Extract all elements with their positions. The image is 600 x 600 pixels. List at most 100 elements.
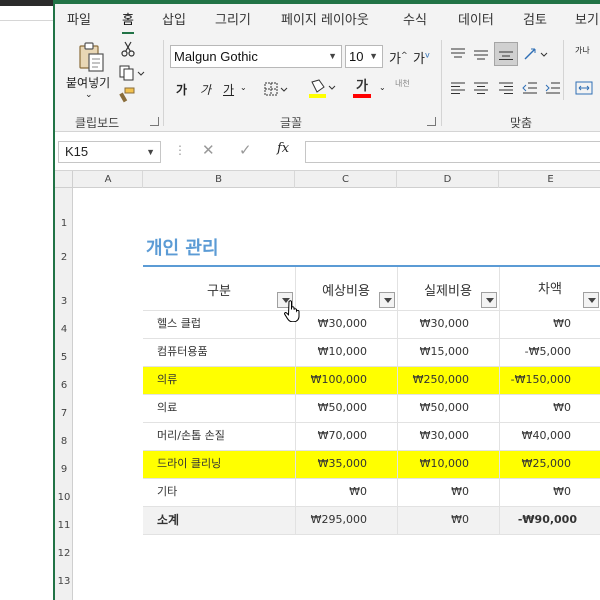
actual-cell[interactable]: ₩50,000 <box>399 394 469 422</box>
font-color-button[interactable]: 가 <box>347 78 377 100</box>
filter-dropdown-icon[interactable] <box>379 292 395 308</box>
difference-cell[interactable]: -₩5,000 <box>501 338 571 366</box>
align-bottom-icon[interactable] <box>494 42 518 66</box>
cut-icon[interactable] <box>119 40 137 58</box>
font-launcher-icon[interactable] <box>427 117 436 126</box>
enter-icon[interactable]: ✓ <box>239 141 252 159</box>
filter-dropdown-icon[interactable] <box>583 292 599 308</box>
column-header-b[interactable]: B <box>143 171 295 188</box>
tab-insert[interactable]: 삽입 <box>162 9 186 28</box>
tab-file[interactable]: 파일 <box>67 9 91 28</box>
column-header-d[interactable]: D <box>397 171 499 188</box>
difference-cell[interactable]: ₩0 <box>501 478 571 506</box>
estimated-cell[interactable]: ₩35,000 <box>297 450 367 478</box>
underline-button[interactable]: 가 <box>223 81 234 98</box>
actual-cell[interactable]: ₩250,000 <box>399 366 469 394</box>
align-middle-icon[interactable] <box>471 44 491 64</box>
tab-review[interactable]: 검토 <box>523 9 547 28</box>
total-actual[interactable]: ₩0 <box>399 506 469 534</box>
row-header[interactable]: 6 <box>55 380 73 391</box>
difference-cell[interactable]: ₩40,000 <box>501 422 571 450</box>
paste-label[interactable]: 붙여넣기 <box>66 74 110 91</box>
italic-button[interactable]: 가 <box>200 81 211 98</box>
name-box[interactable]: K15 ▼ <box>58 141 161 163</box>
column-header-e[interactable]: E <box>499 171 600 188</box>
column-header-a[interactable]: A <box>74 171 143 188</box>
actual-cell[interactable]: ₩0 <box>399 478 469 506</box>
column-header-c[interactable]: C <box>295 171 397 188</box>
copy-icon[interactable] <box>117 64 147 82</box>
difference-cell[interactable]: ₩0 <box>501 394 571 422</box>
tab-formulas[interactable]: 수식 <box>403 9 427 28</box>
formula-input[interactable] <box>305 141 600 163</box>
difference-cell[interactable]: -₩150,000 <box>501 366 571 394</box>
total-label[interactable]: 소계 <box>157 506 179 534</box>
row-header[interactable]: 13 <box>55 576 73 587</box>
category-cell[interactable]: 의류 <box>157 366 177 394</box>
total-estimated[interactable]: ₩295,000 <box>297 506 367 534</box>
merge-center-icon[interactable] <box>573 78 595 98</box>
estimated-cell[interactable]: ₩10,000 <box>297 338 367 366</box>
cancel-icon[interactable]: ✕ <box>202 141 215 159</box>
wrap-text-button[interactable]: 가나 <box>575 46 590 55</box>
orientation-icon[interactable] <box>522 44 550 64</box>
tab-draw[interactable]: 그리기 <box>215 9 251 28</box>
tab-data[interactable]: 데이터 <box>458 9 494 28</box>
filter-dropdown-icon[interactable] <box>481 292 497 308</box>
align-right-icon[interactable] <box>496 78 516 98</box>
category-cell[interactable]: 드라이 클리닝 <box>157 450 221 478</box>
category-cell[interactable]: 컴퓨터용품 <box>157 338 208 366</box>
bold-button[interactable]: 가 <box>176 81 187 98</box>
estimated-cell[interactable]: ₩30,000 <box>297 310 367 338</box>
phonetic-guide-button[interactable]: 내천 <box>395 78 410 89</box>
category-cell[interactable]: 의료 <box>157 394 177 422</box>
row-header[interactable]: 3 <box>55 296 73 307</box>
align-top-icon[interactable] <box>448 44 468 64</box>
worksheet[interactable]: 개인 관리 구분 예상비용 실제비용 차액 헬스 클럽 ₩30,000 ₩30,… <box>74 188 600 600</box>
fill-color-icon[interactable] <box>307 78 337 100</box>
estimated-cell[interactable]: ₩50,000 <box>297 394 367 422</box>
paste-button[interactable] <box>73 40 109 74</box>
decrease-font-size-icon[interactable]: 가v <box>413 48 430 67</box>
row-header[interactable]: 1 <box>55 218 73 229</box>
increase-font-size-icon[interactable]: 가^ <box>389 48 408 67</box>
estimated-cell[interactable]: ₩70,000 <box>297 422 367 450</box>
tab-page-layout[interactable]: 페이지 레이아웃 <box>281 9 369 28</box>
row-header[interactable]: 11 <box>55 520 73 531</box>
borders-icon[interactable] <box>263 80 289 98</box>
row-header[interactable]: 8 <box>55 436 73 447</box>
chevron-down-icon[interactable]: ⌄ <box>240 83 247 92</box>
font-size-select[interactable]: 10 ▼ <box>345 45 383 68</box>
format-painter-icon[interactable] <box>118 86 136 104</box>
tab-view[interactable]: 보기 <box>575 9 599 28</box>
difference-cell[interactable]: ₩0 <box>501 310 571 338</box>
chevron-down-icon[interactable]: ⌄ <box>379 83 386 92</box>
tab-home[interactable]: 홈 <box>122 9 134 34</box>
row-header[interactable]: 7 <box>55 408 73 419</box>
total-difference[interactable]: -₩90,000 <box>501 506 577 534</box>
category-cell[interactable]: 머리/손톱 손질 <box>157 422 225 450</box>
row-header[interactable]: 4 <box>55 324 73 335</box>
actual-cell[interactable]: ₩10,000 <box>399 450 469 478</box>
row-header[interactable]: 12 <box>55 548 73 559</box>
row-header[interactable]: 10 <box>55 492 73 503</box>
actual-cell[interactable]: ₩15,000 <box>399 338 469 366</box>
difference-cell[interactable]: ₩25,000 <box>501 450 571 478</box>
chevron-down-icon[interactable]: ⌄ <box>85 90 93 100</box>
clipboard-launcher-icon[interactable] <box>150 117 159 126</box>
estimated-cell[interactable]: ₩100,000 <box>297 366 367 394</box>
align-center-icon[interactable] <box>471 78 491 98</box>
category-cell[interactable]: 헬스 클럽 <box>157 310 201 338</box>
insert-function-icon[interactable]: fx <box>277 141 289 156</box>
increase-indent-icon[interactable] <box>543 78 563 98</box>
decrease-indent-icon[interactable] <box>520 78 540 98</box>
estimated-cell[interactable]: ₩0 <box>297 478 367 506</box>
select-all-button[interactable] <box>55 171 73 188</box>
row-header[interactable]: 2 <box>55 252 73 263</box>
row-header[interactable]: 5 <box>55 352 73 363</box>
font-name-select[interactable]: Malgun Gothic ▼ <box>170 45 342 68</box>
align-left-icon[interactable] <box>448 78 468 98</box>
more-options-icon[interactable]: ⋮ <box>174 143 186 157</box>
actual-cell[interactable]: ₩30,000 <box>399 422 469 450</box>
actual-cell[interactable]: ₩30,000 <box>399 310 469 338</box>
